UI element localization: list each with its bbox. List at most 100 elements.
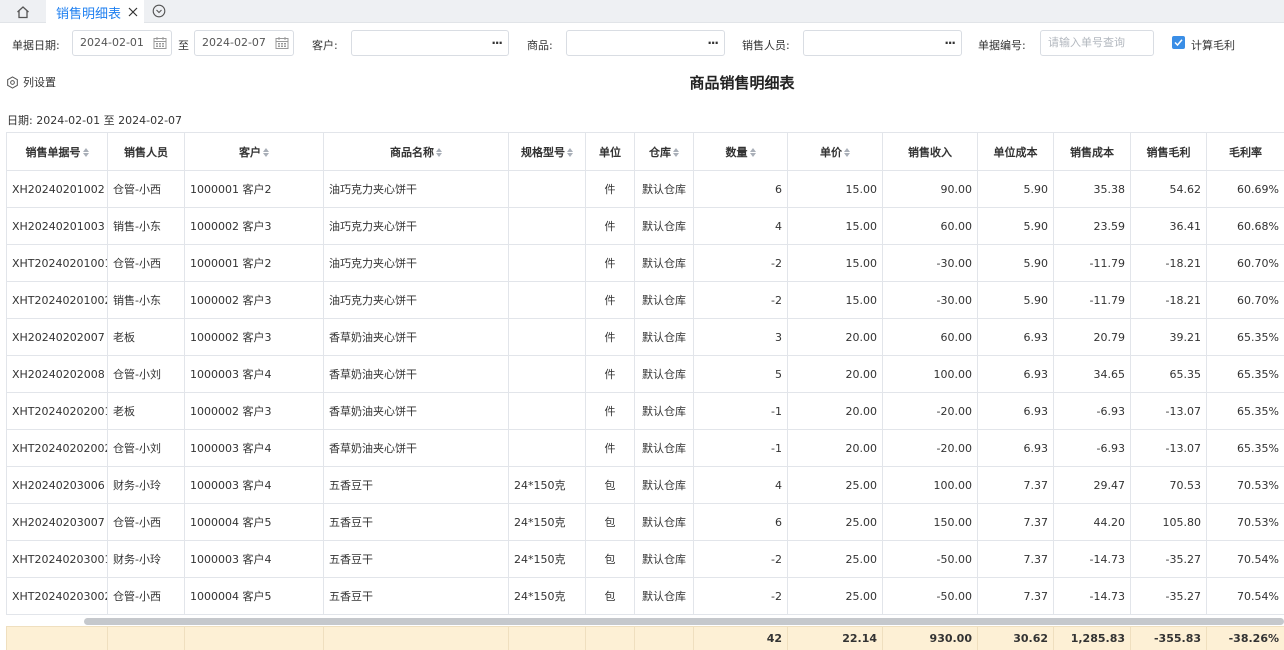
customer-input[interactable]: ··· [351, 30, 509, 56]
table-row[interactable]: XHT20240203002 仓管-小西 1000004 客户5 五香豆干 24*150… [6, 577, 1284, 615]
cell-cost: -6.93 [1053, 392, 1131, 430]
product-label: 商品: [527, 39, 553, 52]
col-header-docno[interactable]: 销售单据号 [6, 132, 108, 171]
customer-label: 客户: [312, 39, 338, 52]
horizontal-scrollbar[interactable] [84, 618, 1284, 625]
cell-unit-cost: 6.93 [977, 318, 1054, 356]
table-row[interactable]: XHT20240202002 仓管-小刘 1000003 客户4 香草奶油夹心饼干 件默… [6, 429, 1284, 467]
cell-unit-cost: 7.37 [977, 577, 1054, 615]
cell-product: 五香豆干 [323, 466, 509, 504]
sort-icon[interactable] [567, 148, 573, 157]
cell-customer: 1000001 客户2 [184, 244, 324, 282]
table-row[interactable]: XHT20240201001 仓管-小西 1000001 客户2 油巧克力夹心饼干 件默… [6, 244, 1284, 282]
cell-unit: 包 [585, 577, 635, 615]
col-header-cost[interactable]: 销售成本 [1053, 132, 1131, 171]
col-header-revenue[interactable]: 销售收入 [882, 132, 978, 171]
cell-revenue: 100.00 [882, 355, 978, 393]
col-header-unit-cost[interactable]: 单位成本 [977, 132, 1054, 171]
col-header-product[interactable]: 商品名称 [323, 132, 509, 171]
table-row[interactable]: XH20240203007 仓管-小西 1000004 客户5 五香豆干 24*150克… [6, 503, 1284, 541]
salesperson-label: 销售人员: [742, 39, 790, 52]
cell-gross-profit: 36.41 [1130, 207, 1207, 245]
cell-unit-cost: 5.90 [977, 244, 1054, 282]
total-cell-unit [585, 626, 635, 650]
table-row[interactable]: XH20240201003 销售-小东 1000002 客户3 油巧克力夹心饼干 件默认… [6, 207, 1284, 245]
table-row[interactable]: XHT20240203001 财务-小玲 1000003 客户4 五香豆干 24*150… [6, 540, 1284, 578]
cell-spec [508, 207, 586, 245]
to-label: 至 [178, 39, 189, 52]
close-icon[interactable] [127, 6, 139, 18]
gross-profit-label[interactable]: 计算毛利 [1191, 37, 1235, 53]
home-tab[interactable] [8, 0, 38, 23]
cell-spec: 24*150克 [508, 466, 586, 504]
cell-spec: 24*150克 [508, 577, 586, 615]
table-row[interactable]: XHT20240202001 老板 1000002 客户3 香草奶油夹心饼干 件默认仓库… [6, 392, 1284, 430]
cell-margin: 60.70% [1206, 244, 1284, 282]
product-input[interactable]: ··· [566, 30, 725, 56]
more-icon[interactable]: ··· [491, 31, 503, 55]
cell-salesperson: 仓管-小西 [107, 170, 185, 208]
cell-margin: 65.35% [1206, 392, 1284, 430]
cell-customer: 1000004 客户5 [184, 503, 324, 541]
cell-margin: 70.54% [1206, 577, 1284, 615]
col-header-quantity[interactable]: 数量 [693, 132, 788, 171]
sort-icon[interactable] [749, 148, 756, 157]
total-cell-cost: 1,285.83 [1053, 626, 1131, 650]
col-header-salesperson[interactable]: 销售人员 [107, 132, 185, 171]
more-icon[interactable]: ··· [707, 31, 719, 55]
table-row[interactable]: XH20240202007 老板 1000002 客户3 香草奶油夹心饼干件默认仓库 3… [6, 318, 1284, 356]
gross-profit-checkbox[interactable] [1172, 36, 1185, 49]
date-to-value: 2024-02-07 [202, 36, 266, 49]
table-row[interactable]: XH20240201002 仓管-小西 1000001 客户2 油巧克力夹心饼干 件默认… [6, 170, 1284, 208]
cell-product: 油巧克力夹心饼干 [323, 207, 509, 245]
calendar-icon[interactable] [275, 36, 289, 50]
sort-icon[interactable] [436, 148, 442, 157]
report-date-range: 日期: 2024-02-01 至 2024-02-07 [7, 114, 183, 127]
calendar-icon[interactable] [153, 36, 167, 50]
table-row[interactable]: XH20240202008 仓管-小刘 1000003 客户4 香草奶油夹心饼干 件默认… [6, 355, 1284, 393]
sort-icon[interactable] [263, 148, 269, 157]
cell-price: 15.00 [787, 244, 883, 282]
cell-customer: 1000002 客户3 [184, 281, 324, 319]
cell-revenue: -30.00 [882, 281, 978, 319]
cell-quantity: -2 [693, 244, 788, 282]
col-header-warehouse[interactable]: 仓库 [634, 132, 694, 171]
cell-margin: 70.54% [1206, 540, 1284, 578]
cell-docno: XHT20240203001 [6, 540, 108, 578]
salesperson-input[interactable]: ··· [803, 30, 962, 56]
sort-icon[interactable] [673, 148, 679, 157]
col-header-customer[interactable]: 客户 [184, 132, 324, 171]
sort-icon[interactable] [844, 148, 850, 157]
table-row[interactable]: XH20240203006 财务-小玲 1000003 客户4 五香豆干 24*150克… [6, 466, 1284, 504]
cell-quantity: -2 [693, 540, 788, 578]
tab-more-button[interactable] [150, 2, 168, 20]
cell-price: 25.00 [787, 503, 883, 541]
cell-gross-profit: 65.35 [1130, 355, 1207, 393]
cell-warehouse: 默认仓库 [634, 466, 694, 504]
cell-salesperson: 仓管-小西 [107, 244, 185, 282]
more-icon[interactable]: ··· [944, 31, 956, 55]
col-header-price[interactable]: 单价 [787, 132, 883, 171]
table-header-row: 销售单据号 销售人员 客户 商品名称 规格型号 单位 仓库 数量 单价 销售收入… [6, 132, 1284, 171]
cell-product: 香草奶油夹心饼干 [323, 429, 509, 467]
sort-icon[interactable] [82, 148, 89, 157]
date-to-input[interactable]: 2024-02-07 [194, 30, 294, 56]
tab-sales-detail[interactable]: 销售明细表 [46, 0, 144, 24]
date-from-input[interactable]: 2024-02-01 [72, 30, 172, 56]
col-header-unit[interactable]: 单位 [585, 132, 635, 171]
cell-quantity: 4 [693, 466, 788, 504]
table-row[interactable]: XHT20240201002 销售-小东 1000002 客户3 油巧克力夹心饼干 件默… [6, 281, 1284, 319]
cell-warehouse: 默认仓库 [634, 577, 694, 615]
cell-gross-profit: 39.21 [1130, 318, 1207, 356]
cell-price: 15.00 [787, 207, 883, 245]
col-header-spec[interactable]: 规格型号 [508, 132, 586, 171]
cell-cost: 35.38 [1053, 170, 1131, 208]
total-cell-gross-profit: -355.83 [1130, 626, 1207, 650]
report-title: 商品销售明细表 [689, 74, 795, 92]
cell-revenue: 150.00 [882, 503, 978, 541]
docno-input[interactable]: 请输入单号查询 [1040, 30, 1154, 56]
total-cell-warehouse [634, 626, 694, 650]
col-header-margin[interactable]: 毛利率 [1206, 132, 1284, 171]
docno-label: 单据编号: [978, 39, 1026, 52]
col-header-gross-profit[interactable]: 销售毛利 [1130, 132, 1207, 171]
